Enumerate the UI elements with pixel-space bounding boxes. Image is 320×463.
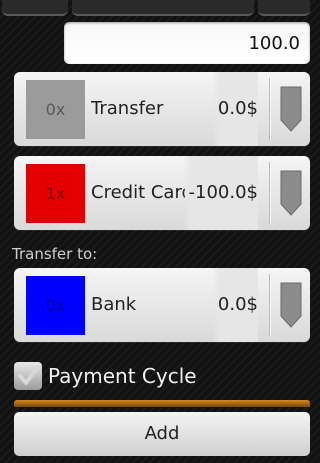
spinner-divider xyxy=(269,274,270,336)
account-color-swatch: 1x xyxy=(26,164,85,223)
account-balance: -100.0$ xyxy=(182,156,258,230)
payment-cycle-checkbox[interactable] xyxy=(14,362,42,390)
add-button[interactable]: Add xyxy=(14,412,310,456)
dropdown-arrow-icon xyxy=(280,86,302,132)
dropdown-arrow-icon xyxy=(280,170,302,216)
payment-cycle-label: Payment Cycle xyxy=(48,364,197,388)
account-balance: 0.0$ xyxy=(211,268,258,342)
dropdown-arrow-icon xyxy=(280,282,302,328)
category-account-spinner[interactable]: 1x Credit Card -100.0$ xyxy=(14,156,310,230)
checkmark-icon xyxy=(18,366,39,385)
account-color-swatch: 0x xyxy=(26,276,85,335)
spinner-divider xyxy=(269,162,270,224)
transfer-to-account-spinner[interactable]: 0x Bank 0.0$ xyxy=(14,268,310,342)
top-tab-left[interactable] xyxy=(2,0,68,16)
top-tab-right[interactable] xyxy=(258,0,310,16)
account-color-swatch: 0x xyxy=(26,80,85,139)
account-name: Transfer xyxy=(91,98,164,119)
top-tab-center[interactable] xyxy=(72,0,254,16)
from-account-spinner[interactable]: 0x Transfer 0.0$ xyxy=(14,72,310,146)
account-name: Bank xyxy=(91,294,137,315)
spinner-divider xyxy=(269,78,270,140)
focus-indicator-bar xyxy=(14,400,310,407)
transfer-to-label: Transfer to: xyxy=(12,245,98,263)
amount-input[interactable]: 100.0 xyxy=(64,22,310,64)
account-balance: 0.0$ xyxy=(211,72,258,146)
account-name: Credit Card xyxy=(91,182,185,203)
